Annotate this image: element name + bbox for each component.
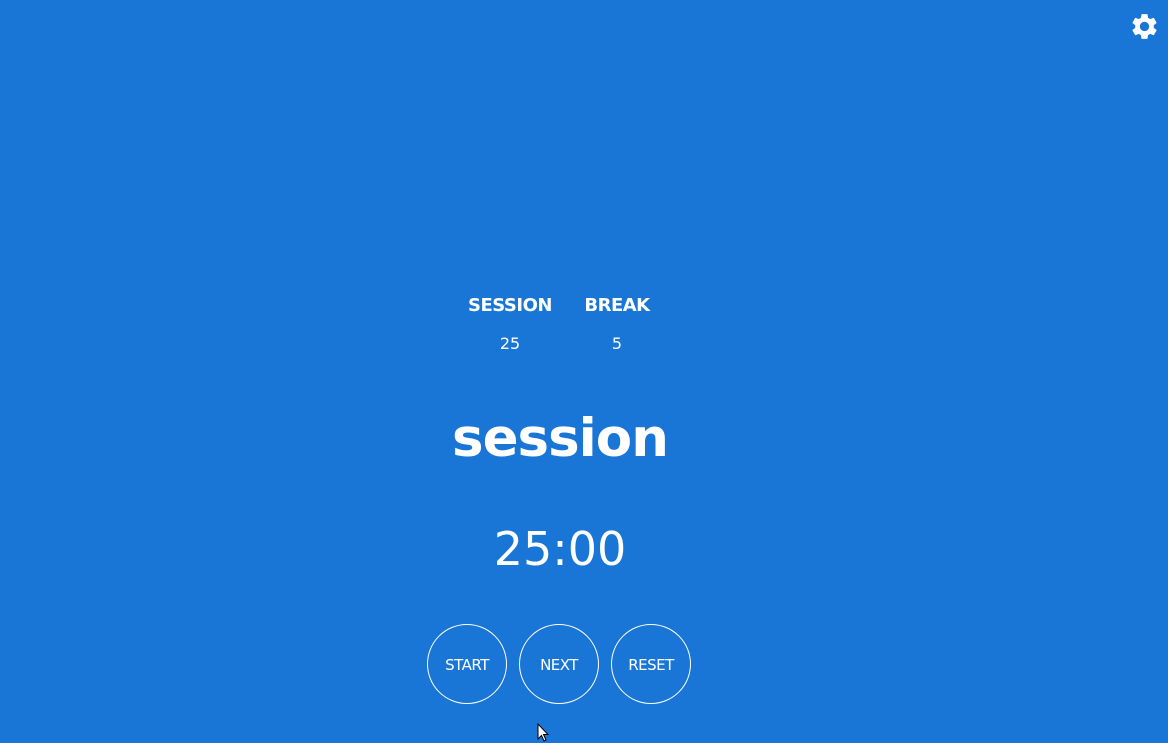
duration-settings: SESSION 25 BREAK 5 xyxy=(455,292,665,362)
mouse-pointer-icon xyxy=(537,723,551,743)
gear-icon xyxy=(1129,11,1160,42)
timer-display: 25:00 xyxy=(493,522,627,576)
break-label: BREAK xyxy=(584,295,650,316)
session-length: SESSION 25 xyxy=(455,292,565,355)
settings-button[interactable] xyxy=(1129,11,1160,42)
session-value[interactable]: 25 xyxy=(455,333,565,355)
timer-mode-title: session xyxy=(452,408,669,469)
start-button[interactable]: START xyxy=(427,624,507,704)
break-length: BREAK 5 xyxy=(567,292,667,355)
break-value[interactable]: 5 xyxy=(567,333,667,355)
next-button[interactable]: NEXT xyxy=(519,624,599,704)
reset-button[interactable]: RESET xyxy=(611,624,691,704)
session-label: SESSION xyxy=(468,295,552,316)
